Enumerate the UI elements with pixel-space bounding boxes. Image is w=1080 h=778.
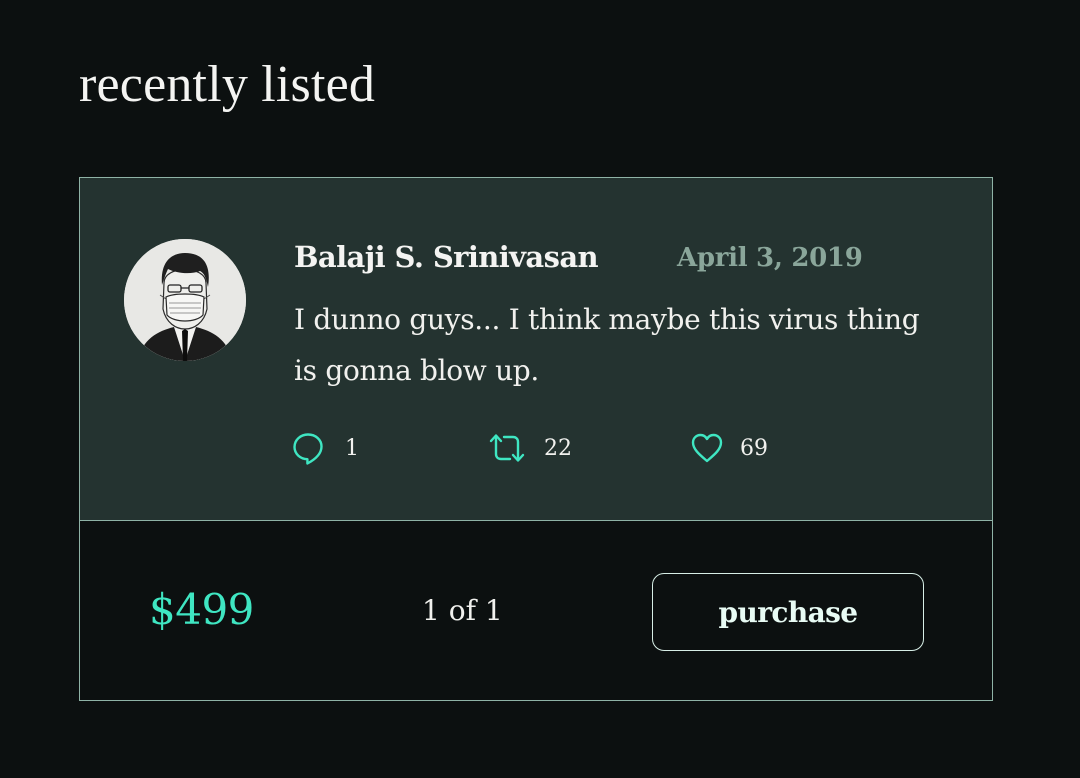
tweet-panel: Balaji S. Srinivasan April 3, 2019 I dun… <box>80 178 992 521</box>
retweet-icon <box>489 434 525 462</box>
edition-count: 1 of 1 <box>422 594 503 627</box>
purchase-button[interactable]: purchase <box>652 573 924 651</box>
masked-man-portrait-icon <box>124 239 246 361</box>
reply-icon <box>293 433 323 465</box>
retweet-count: 22 <box>544 435 572 461</box>
tweet-text: I dunno guys... I think maybe this virus… <box>294 303 920 387</box>
reply-count: 1 <box>345 435 359 461</box>
retweet-stat[interactable]: 22 <box>488 430 572 466</box>
author-name[interactable]: Balaji S. Srinivasan <box>294 238 599 276</box>
author-avatar[interactable] <box>124 239 246 361</box>
reply-stat[interactable]: 1 <box>291 430 359 466</box>
heart-icon <box>691 433 723 463</box>
page-title: recently listed <box>79 56 376 113</box>
price: $499 <box>149 585 254 634</box>
like-count: 69 <box>740 435 768 461</box>
like-stat[interactable]: 69 <box>690 430 768 466</box>
listing-card: Balaji S. Srinivasan April 3, 2019 I dun… <box>79 177 993 701</box>
tweet-date: April 3, 2019 <box>677 243 863 273</box>
